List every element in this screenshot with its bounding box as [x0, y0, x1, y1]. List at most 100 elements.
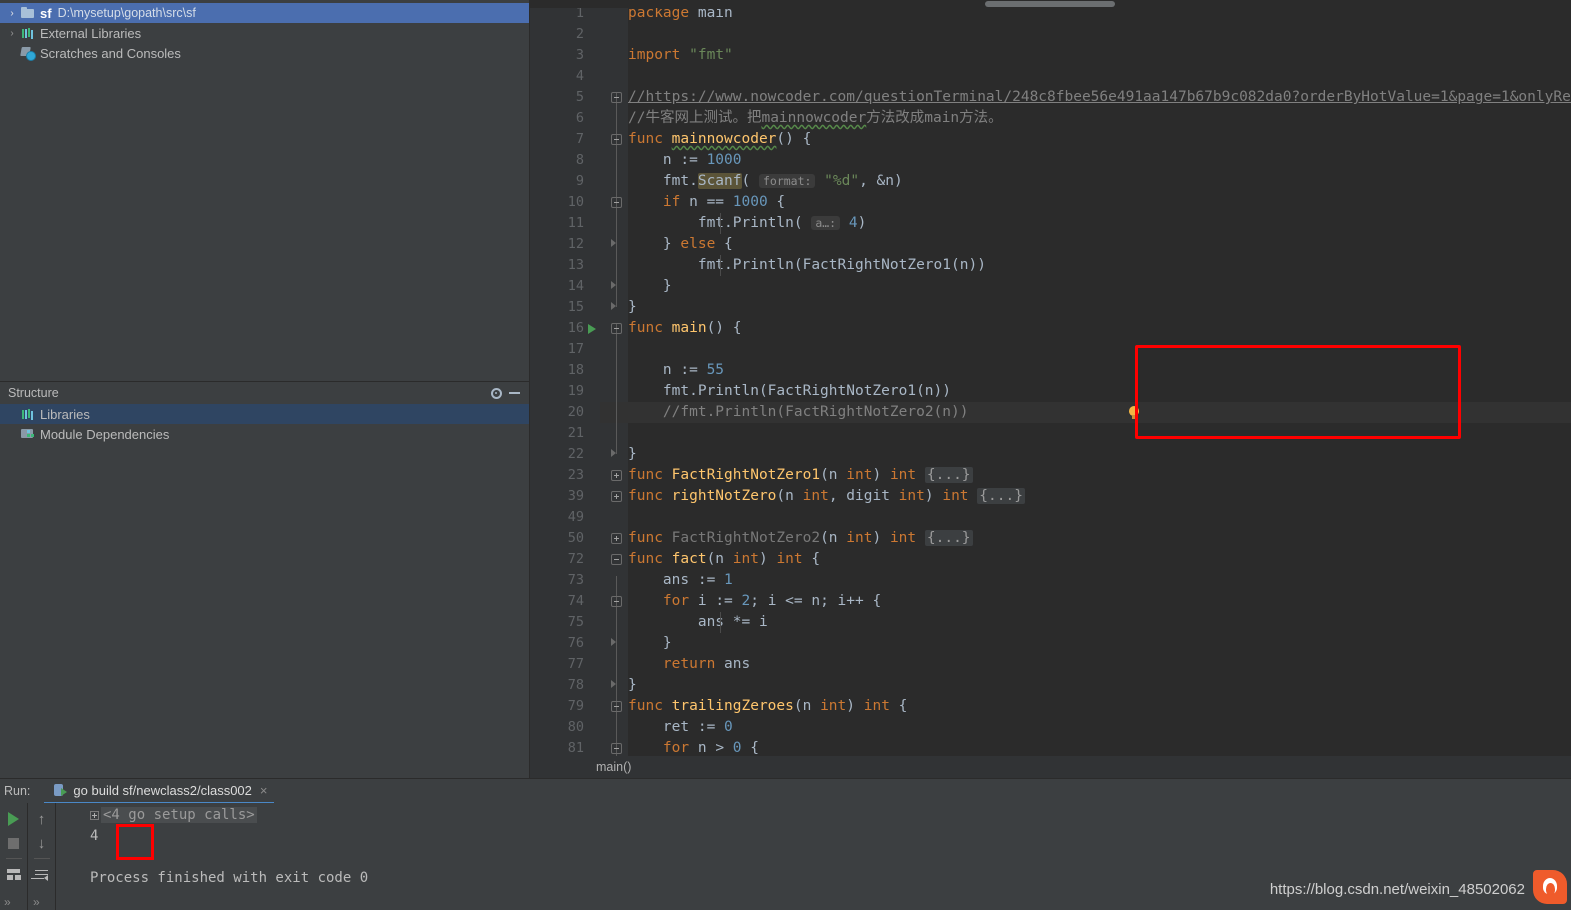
- code-line[interactable]: 50 func FactRightNotZero2(n int) int {...…: [530, 528, 1571, 549]
- chevron-right-icon[interactable]: ›: [4, 25, 20, 41]
- line-number[interactable]: 39: [530, 486, 584, 507]
- line-number[interactable]: 13: [530, 255, 584, 276]
- line-number[interactable]: 7: [530, 129, 584, 150]
- settings-gear-button[interactable]: [487, 384, 505, 402]
- code-text[interactable]: n := 55: [628, 360, 724, 381]
- scrollbar-thumb[interactable]: [985, 1, 1115, 7]
- expand-all-icon[interactable]: »: [4, 895, 11, 909]
- code-line[interactable]: 74 for i := 2; i <= n; i++ {: [530, 591, 1571, 612]
- code-line[interactable]: 6 //牛客网上测试。把mainnowcoder方法改成main方法。: [530, 108, 1571, 129]
- line-number[interactable]: 23: [530, 465, 584, 486]
- tree-item-external-libraries[interactable]: › External Libraries: [0, 23, 529, 43]
- code-text[interactable]: fmt.Scanf( format: "%d", &n): [628, 171, 903, 192]
- run-tab-go-build[interactable]: go build sf/newclass2/class002 ×: [44, 778, 274, 804]
- line-number[interactable]: 8: [530, 150, 584, 171]
- fold-marker[interactable]: [611, 638, 620, 647]
- line-number[interactable]: 2: [530, 24, 584, 45]
- soft-wrap-button[interactable]: [31, 862, 53, 886]
- code-text[interactable]: ans *= i: [628, 612, 768, 633]
- code-text[interactable]: }: [628, 297, 637, 318]
- line-number[interactable]: 16: [530, 318, 584, 339]
- code-text[interactable]: func FactRightNotZero1(n int) int {...}: [628, 465, 973, 486]
- line-number[interactable]: 4: [530, 66, 584, 87]
- code-line[interactable]: 5 //https://www.nowcoder.com/questionTerm…: [530, 87, 1571, 108]
- code-text[interactable]: }: [628, 276, 672, 297]
- close-icon[interactable]: ×: [260, 783, 268, 798]
- code-text[interactable]: }: [628, 633, 672, 654]
- code-line[interactable]: 8 n := 1000: [530, 150, 1571, 171]
- code-text[interactable]: func fact(n int) int {: [628, 549, 820, 570]
- line-number[interactable]: 15: [530, 297, 584, 318]
- chevron-right-icon[interactable]: ›: [4, 5, 20, 21]
- code-line[interactable]: 16 func main() {: [530, 318, 1571, 339]
- line-number[interactable]: 10: [530, 192, 584, 213]
- fold-marker[interactable]: [611, 323, 622, 334]
- line-number[interactable]: 19: [530, 381, 584, 402]
- code-line[interactable]: 80 ret := 0: [530, 717, 1571, 738]
- code-line[interactable]: 22}: [530, 444, 1571, 465]
- horizontal-scrollbar[interactable]: [530, 0, 1571, 8]
- line-number[interactable]: 77: [530, 654, 584, 675]
- line-number[interactable]: 12: [530, 234, 584, 255]
- line-number[interactable]: 78: [530, 675, 584, 696]
- code-text[interactable]: func rightNotZero(n int, digit int) int …: [628, 486, 1025, 507]
- code-text[interactable]: }: [628, 444, 637, 465]
- fold-marker[interactable]: [611, 197, 622, 208]
- fold-marker[interactable]: [611, 491, 622, 502]
- fold-marker[interactable]: [611, 701, 622, 712]
- code-line[interactable]: 20 //fmt.Println(FactRightNotZero2(n)): [530, 402, 1571, 423]
- code-line[interactable]: 7 func mainnowcoder() {: [530, 129, 1571, 150]
- fold-marker[interactable]: [611, 449, 620, 458]
- code-line[interactable]: 18 n := 55: [530, 360, 1571, 381]
- line-number[interactable]: 6: [530, 108, 584, 129]
- code-text[interactable]: func FactRightNotZero2(n int) int {...}: [628, 528, 973, 549]
- code-editor[interactable]: 1 package main 2 3 import "fmt" 4 5//https://w…: [530, 0, 1571, 778]
- line-number[interactable]: 74: [530, 591, 584, 612]
- code-text[interactable]: //https://www.nowcoder.com/questionTermi…: [628, 87, 1571, 108]
- fold-marker[interactable]: [611, 533, 622, 544]
- fold-marker[interactable]: [611, 554, 622, 565]
- code-lines-container[interactable]: 1 package main 2 3 import "fmt" 4 5//https://w…: [530, 0, 1571, 765]
- code-line[interactable]: 13 fmt.Println(FactRightNotZero1(n)): [530, 255, 1571, 276]
- breadcrumb[interactable]: main(): [530, 756, 1571, 778]
- code-line[interactable]: 15}: [530, 297, 1571, 318]
- fold-marker[interactable]: [611, 680, 620, 689]
- code-line[interactable]: 19 fmt.Println(FactRightNotZero1(n)): [530, 381, 1571, 402]
- fold-marker[interactable]: [611, 470, 622, 481]
- fold-marker[interactable]: [611, 596, 622, 607]
- structure-item-libraries[interactable]: Libraries: [0, 404, 529, 424]
- fold-marker[interactable]: [611, 92, 622, 103]
- code-line[interactable]: 12 } else {: [530, 234, 1571, 255]
- line-number[interactable]: 21: [530, 423, 584, 444]
- console-setup-line[interactable]: <4 go setup calls>: [90, 805, 257, 826]
- code-text[interactable]: func mainnowcoder() {: [628, 129, 811, 150]
- code-text[interactable]: func main() {: [628, 318, 742, 339]
- code-line[interactable]: 4: [530, 66, 1571, 87]
- code-line[interactable]: 23 func FactRightNotZero1(n int) int {...…: [530, 465, 1571, 486]
- line-number[interactable]: 49: [530, 507, 584, 528]
- structure-item-module-dependencies[interactable]: Module Dependencies: [0, 424, 529, 444]
- line-number[interactable]: 20: [530, 402, 584, 423]
- line-number[interactable]: 3: [530, 45, 584, 66]
- rerun-button[interactable]: [3, 807, 25, 831]
- code-text[interactable]: //牛客网上测试。把mainnowcoder方法改成main方法。: [628, 108, 1003, 129]
- code-line[interactable]: 79 func trailingZeroes(n int) int {: [530, 696, 1571, 717]
- line-number[interactable]: 9: [530, 171, 584, 192]
- line-number[interactable]: 76: [530, 633, 584, 654]
- code-line[interactable]: 75 ans *= i: [530, 612, 1571, 633]
- code-text[interactable]: return ans: [628, 654, 750, 675]
- code-line[interactable]: 2: [530, 24, 1571, 45]
- code-line[interactable]: 10 if n == 1000 {: [530, 192, 1571, 213]
- layout-button[interactable]: [3, 862, 25, 886]
- tree-item-sf[interactable]: › sf D:\mysetup\gopath\src\sf: [0, 3, 529, 23]
- tree-item-scratches-and-consoles[interactable]: Scratches and Consoles: [0, 43, 529, 63]
- code-line[interactable]: 73 ans := 1: [530, 570, 1571, 591]
- code-line[interactable]: 77 return ans: [530, 654, 1571, 675]
- line-number[interactable]: 79: [530, 696, 584, 717]
- code-line[interactable]: 21: [530, 423, 1571, 444]
- code-text[interactable]: }: [628, 675, 637, 696]
- run-gutter-icon[interactable]: [588, 324, 596, 334]
- code-line[interactable]: 78}: [530, 675, 1571, 696]
- code-text[interactable]: if n == 1000 {: [628, 192, 785, 213]
- code-text[interactable]: fmt.Println(FactRightNotZero1(n)): [628, 381, 951, 402]
